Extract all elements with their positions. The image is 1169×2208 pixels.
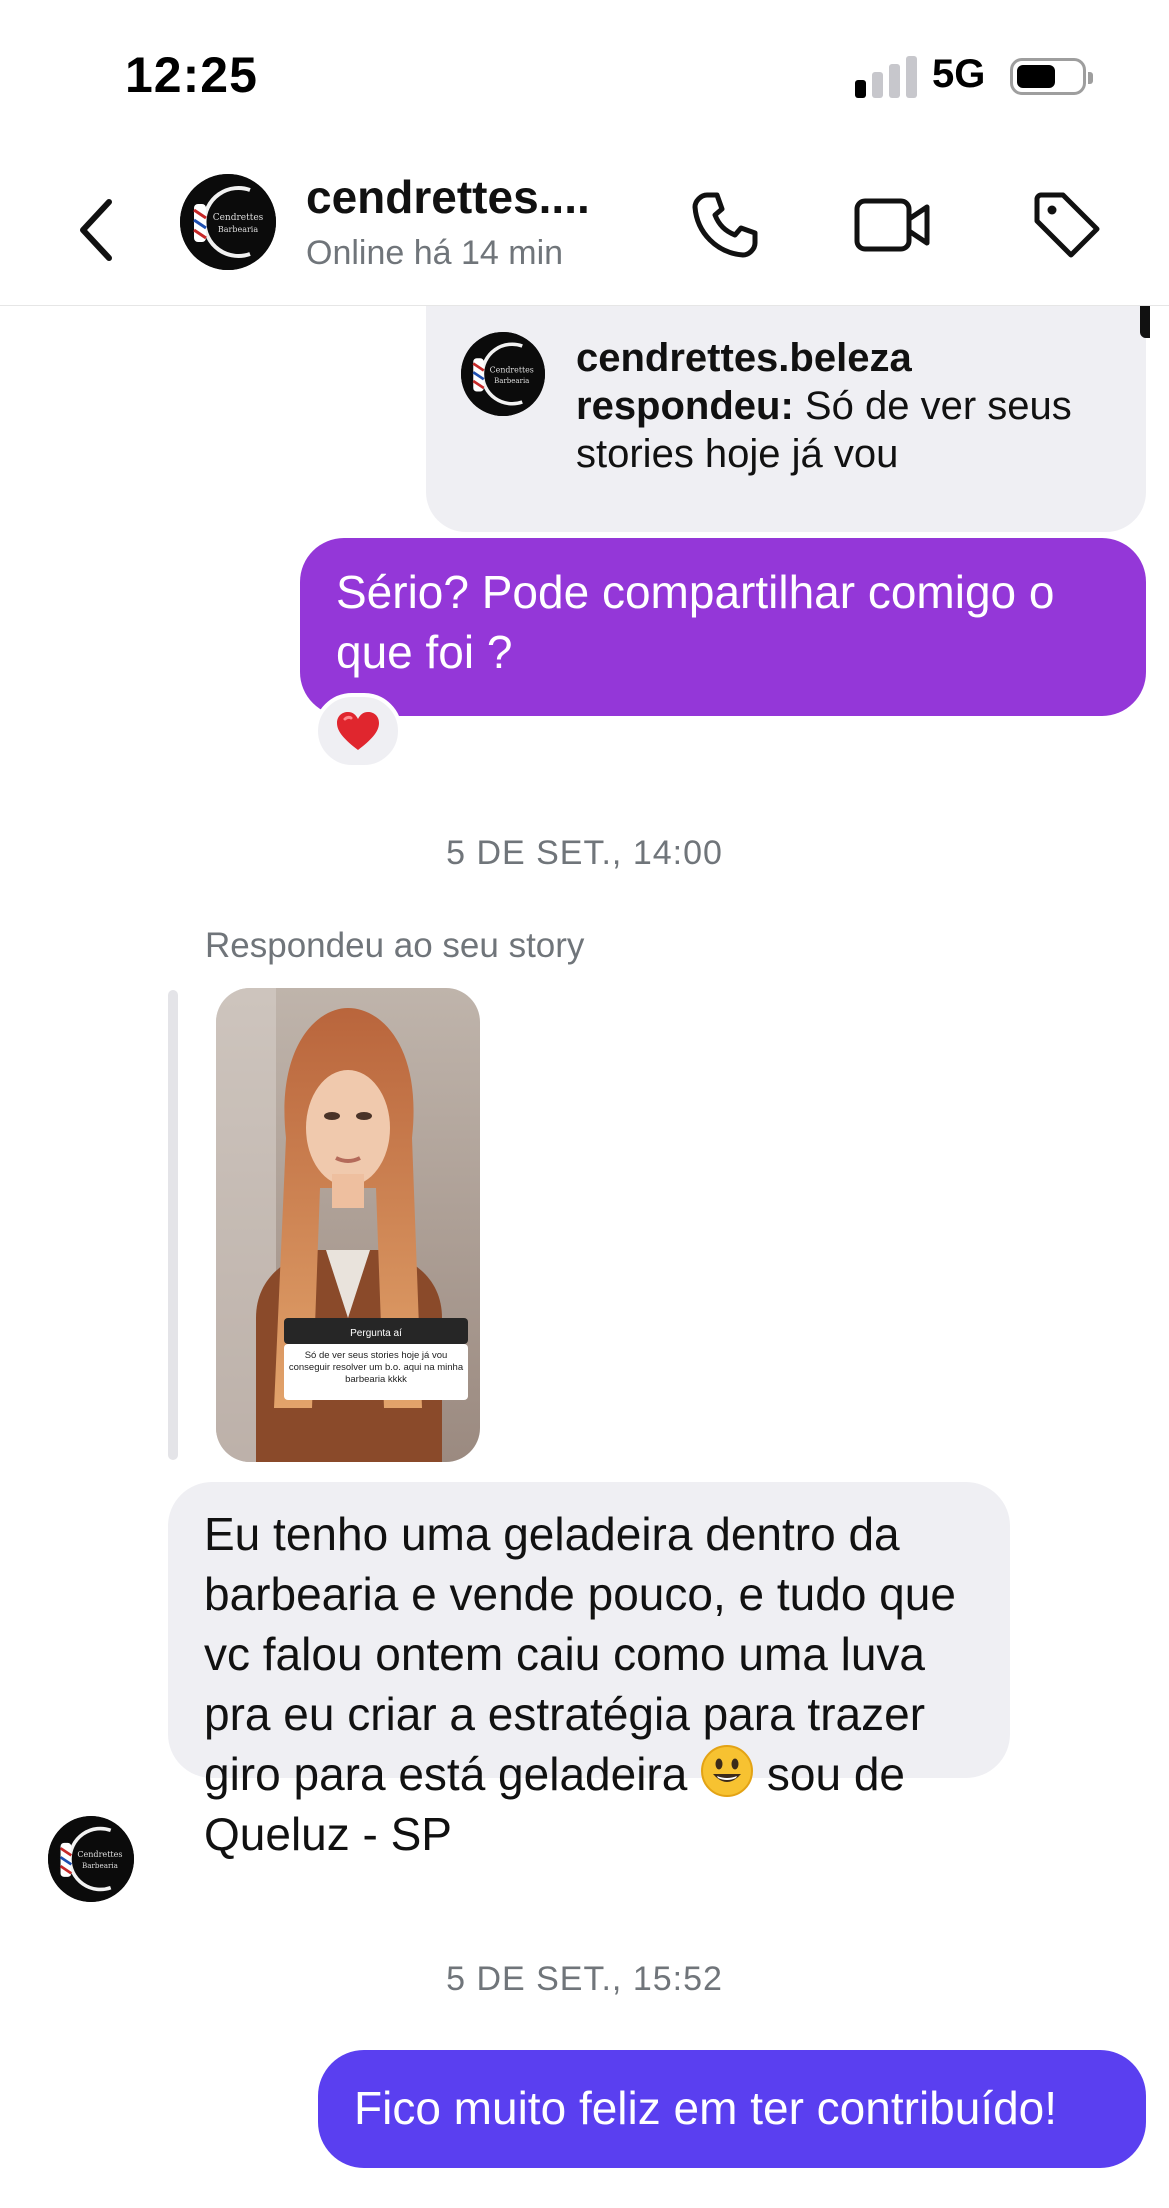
outgoing-message[interactable]: Sério? Pode compartilhar comigo o que fo… (300, 538, 1146, 716)
outgoing-message-text: Fico muito feliz em ter contribuído! (354, 2082, 1058, 2134)
call-button[interactable] (680, 180, 770, 270)
story-question-text: Só de ver seus stories hoje já vou conse… (288, 1350, 464, 1385)
back-button[interactable] (62, 190, 132, 270)
contact-name[interactable]: cendrettes.... (306, 170, 590, 224)
network-type: 5G (932, 52, 986, 96)
chat-header: Cendrettes Barbearia cendrettes.... Onli… (0, 150, 1169, 306)
battery-icon (1010, 58, 1093, 95)
back-chevron-icon (80, 199, 112, 261)
outgoing-message[interactable]: Fico muito feliz em ter contribuído! (318, 2050, 1146, 2168)
incoming-avatar[interactable]: Cendrettes Barbearia (48, 1816, 134, 1902)
svg-text:Cendrettes: Cendrettes (490, 365, 534, 374)
video-camera-icon (854, 198, 930, 252)
phone-icon (692, 192, 758, 258)
incoming-message[interactable]: Eu tenho uma geladeira dentro da barbear… (168, 1482, 1010, 1860)
date-separator: 5 DE SET., 15:52 (446, 1960, 723, 1998)
quoted-reply-card[interactable]: Cendrettes Barbearia cendrettes.beleza r… (426, 306, 1150, 532)
story-reply-label: Respondeu ao seu story (205, 926, 585, 965)
svg-text:Cendrettes: Cendrettes (213, 213, 264, 223)
story-question-title: Pergunta aí (350, 1328, 402, 1339)
message-list[interactable]: Cendrettes Barbearia cendrettes.beleza r… (0, 306, 1169, 2208)
tag-button[interactable] (1022, 180, 1112, 270)
story-thumbnail[interactable]: Pergunta aí Só de ver seus stories hoje … (216, 988, 480, 1462)
heart-reaction[interactable] (314, 693, 402, 769)
svg-text:Barbearia: Barbearia (494, 377, 529, 385)
svg-text:Barbearia: Barbearia (218, 225, 258, 234)
heart-icon (337, 712, 379, 750)
reply-avatar: Cendrettes Barbearia (461, 332, 545, 416)
reply-verb: respondeu: (576, 384, 794, 428)
signal-icon (855, 56, 917, 98)
status-bar: 12:25 5G (0, 0, 1169, 150)
svg-text:Cendrettes: Cendrettes (77, 1850, 122, 1859)
video-call-button[interactable] (848, 180, 938, 270)
status-time: 12:25 (125, 47, 258, 103)
quoted-reply-text: cendrettes.beleza respondeu: Só de ver s… (576, 334, 1126, 478)
contact-status: Online há 14 min (306, 234, 564, 272)
story-reply-bar (168, 990, 178, 1460)
outgoing-message-text: Sério? Pode compartilhar comigo o que fo… (336, 566, 1055, 678)
tag-icon (1034, 192, 1100, 258)
contact-avatar[interactable]: Cendrettes Barbearia (180, 174, 276, 270)
svg-text:Barbearia: Barbearia (82, 1861, 119, 1870)
smiling-face-icon (701, 1745, 754, 1797)
date-separator: 5 DE SET., 14:00 (446, 834, 723, 872)
reply-author: cendrettes.beleza (576, 336, 912, 380)
